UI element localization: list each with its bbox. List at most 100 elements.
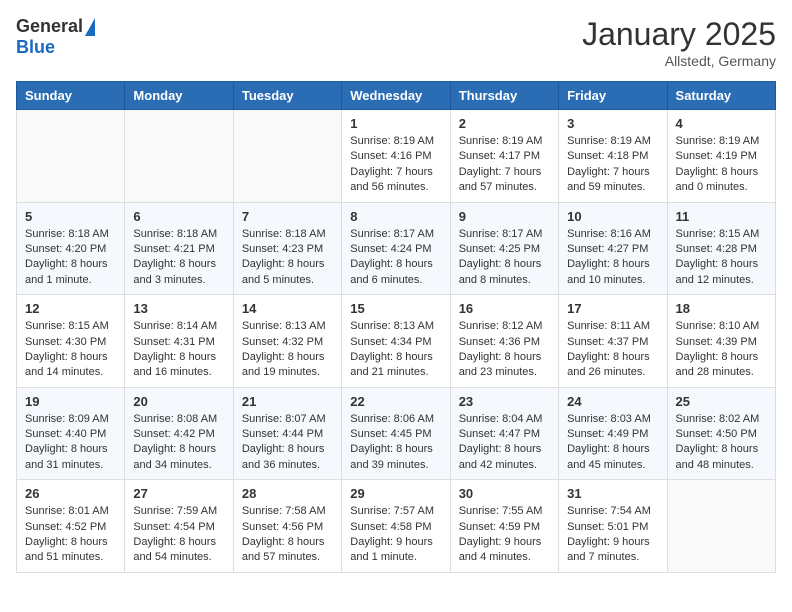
day-number: 2 — [459, 116, 550, 131]
day-number: 30 — [459, 486, 550, 501]
day-number: 14 — [242, 301, 333, 316]
day-number: 9 — [459, 209, 550, 224]
calendar-cell: 17 Sunrise: 8:11 AMSunset: 4:37 PMDayligh… — [559, 295, 667, 388]
day-detail: Sunrise: 8:16 AMSunset: 4:27 PMDaylight:… — [567, 227, 658, 289]
calendar-week-row: 1Sunrise: 8:19 AMSunset: 4:16 PMDaylight… — [17, 110, 776, 203]
day-number: 27 — [133, 486, 224, 501]
day-detail: Sunrise: 7:57 AMSunset: 4:58 PMDaylight:… — [350, 504, 441, 566]
calendar-cell — [17, 110, 125, 203]
logo-blue-text: Blue — [16, 37, 55, 58]
calendar-cell — [125, 110, 233, 203]
calendar-cell: 12Sunrise: 8:15 AMSunset: 4:30 PMDayligh… — [17, 295, 125, 388]
day-detail: Sunrise: 8:19 AMSunset: 4:16 PMDaylight:… — [350, 134, 441, 196]
calendar-cell: 4Sunrise: 8:19 AMSunset: 4:19 PMDaylight… — [667, 110, 775, 203]
day-number: 5 — [25, 209, 116, 224]
weekday-header-tuesday: Tuesday — [233, 82, 341, 110]
day-detail: Sunrise: 8:01 AMSunset: 4:52 PMDaylight:… — [25, 504, 116, 566]
logo-general-text: General — [16, 16, 83, 37]
calendar-cell: 15 Sunrise: 8:13 AMSunset: 4:34 PMDayligh… — [342, 295, 450, 388]
day-number: 11 — [676, 209, 767, 224]
day-number: 28 — [242, 486, 333, 501]
day-number: 22 — [350, 394, 441, 409]
calendar-cell: 28 Sunrise: 7:58 AMSunset: 4:56 PMDayligh… — [233, 480, 341, 573]
day-number: 3 — [567, 116, 658, 131]
calendar-cell: 6 Sunrise: 8:18 AMSunset: 4:21 PMDaylight… — [125, 202, 233, 295]
calendar-cell: 24 Sunrise: 8:03 AMSunset: 4:49 PMDayligh… — [559, 387, 667, 480]
calendar-cell: 23 Sunrise: 8:04 AMSunset: 4:47 PMDayligh… — [450, 387, 558, 480]
day-detail: Sunrise: 7:58 AMSunset: 4:56 PMDaylight:… — [242, 504, 333, 566]
day-detail: Sunrise: 8:09 AMSunset: 4:40 PMDaylight:… — [25, 412, 116, 474]
day-detail: Sunrise: 8:19 AMSunset: 4:18 PMDaylight:… — [567, 134, 658, 196]
calendar-cell: 3 Sunrise: 8:19 AMSunset: 4:18 PMDaylight… — [559, 110, 667, 203]
day-detail: Sunrise: 7:54 AMSunset: 5:01 PMDaylight:… — [567, 504, 658, 566]
calendar-cell: 27Sunrise: 7:59 AMSunset: 4:54 PMDayligh… — [125, 480, 233, 573]
day-detail: Sunrise: 8:19 AMSunset: 4:17 PMDaylight:… — [459, 134, 550, 196]
weekday-header-thursday: Thursday — [450, 82, 558, 110]
calendar-cell: 14 Sunrise: 8:13 AMSunset: 4:32 PMDayligh… — [233, 295, 341, 388]
day-number: 26 — [25, 486, 116, 501]
day-detail: Sunrise: 8:03 AMSunset: 4:49 PMDaylight:… — [567, 412, 658, 474]
day-number: 7 — [242, 209, 333, 224]
day-detail: Sunrise: 8:19 AMSunset: 4:19 PMDaylight:… — [676, 134, 767, 196]
day-detail: Sunrise: 8:08 AMSunset: 4:42 PMDaylight:… — [133, 412, 224, 474]
page-header: General Blue January 2025 Allstedt, Germ… — [16, 16, 776, 69]
day-number: 8 — [350, 209, 441, 224]
day-number: 21 — [242, 394, 333, 409]
day-detail: Sunrise: 8:14 AMSunset: 4:31 PMDaylight:… — [133, 319, 224, 381]
day-detail: Sunrise: 7:55 AMSunset: 4:59 PMDaylight:… — [459, 504, 550, 566]
day-number: 29 — [350, 486, 441, 501]
calendar-cell: 5Sunrise: 8:18 AMSunset: 4:20 PMDaylight… — [17, 202, 125, 295]
calendar-cell: 11 Sunrise: 8:15 AMSunset: 4:28 PMDayligh… — [667, 202, 775, 295]
calendar-cell: 9Sunrise: 8:17 AMSunset: 4:25 PMDaylight… — [450, 202, 558, 295]
weekday-header-wednesday: Wednesday — [342, 82, 450, 110]
title-block: January 2025 Allstedt, Germany — [582, 16, 776, 69]
logo-triangle-icon — [85, 18, 95, 36]
calendar-cell: 26 Sunrise: 8:01 AMSunset: 4:52 PMDayligh… — [17, 480, 125, 573]
calendar-week-row: 26 Sunrise: 8:01 AMSunset: 4:52 PMDayligh… — [17, 480, 776, 573]
calendar-cell: 20 Sunrise: 8:08 AMSunset: 4:42 PMDayligh… — [125, 387, 233, 480]
day-number: 18 — [676, 301, 767, 316]
day-number: 23 — [459, 394, 550, 409]
day-number: 16 — [459, 301, 550, 316]
day-number: 6 — [133, 209, 224, 224]
day-detail: Sunrise: 8:18 AMSunset: 4:21 PMDaylight:… — [133, 227, 224, 289]
day-number: 15 — [350, 301, 441, 316]
calendar-cell: 1Sunrise: 8:19 AMSunset: 4:16 PMDaylight… — [342, 110, 450, 203]
calendar-cell: 18 Sunrise: 8:10 AMSunset: 4:39 PMDayligh… — [667, 295, 775, 388]
calendar-cell: 25 Sunrise: 8:02 AMSunset: 4:50 PMDayligh… — [667, 387, 775, 480]
calendar-cell: 29 Sunrise: 7:57 AMSunset: 4:58 PMDayligh… — [342, 480, 450, 573]
day-number: 17 — [567, 301, 658, 316]
day-detail: Sunrise: 8:13 AMSunset: 4:34 PMDaylight:… — [350, 319, 441, 381]
day-detail: Sunrise: 8:18 AMSunset: 4:23 PMDaylight:… — [242, 227, 333, 289]
day-number: 31 — [567, 486, 658, 501]
day-number: 20 — [133, 394, 224, 409]
day-detail: Sunrise: 8:15 AMSunset: 4:30 PMDaylight:… — [25, 319, 116, 381]
calendar-cell: 19 Sunrise: 8:09 AMSunset: 4:40 PMDayligh… — [17, 387, 125, 480]
calendar-table: SundayMondayTuesdayWednesdayThursdayFrid… — [16, 81, 776, 573]
calendar-cell: 31 Sunrise: 7:54 AMSunset: 5:01 PMDayligh… — [559, 480, 667, 573]
day-detail: Sunrise: 8:11 AMSunset: 4:37 PMDaylight:… — [567, 319, 658, 381]
day-number: 24 — [567, 394, 658, 409]
calendar-week-row: 12Sunrise: 8:15 AMSunset: 4:30 PMDayligh… — [17, 295, 776, 388]
day-detail: Sunrise: 8:04 AMSunset: 4:47 PMDaylight:… — [459, 412, 550, 474]
month-title: January 2025 — [582, 16, 776, 53]
calendar-cell: 13Sunrise: 8:14 AMSunset: 4:31 PMDayligh… — [125, 295, 233, 388]
calendar-header-row: SundayMondayTuesdayWednesdayThursdayFrid… — [17, 82, 776, 110]
day-detail: Sunrise: 8:13 AMSunset: 4:32 PMDaylight:… — [242, 319, 333, 381]
day-number: 10 — [567, 209, 658, 224]
calendar-week-row: 5Sunrise: 8:18 AMSunset: 4:20 PMDaylight… — [17, 202, 776, 295]
day-detail: Sunrise: 8:12 AMSunset: 4:36 PMDaylight:… — [459, 319, 550, 381]
calendar-cell: 7 Sunrise: 8:18 AMSunset: 4:23 PMDaylight… — [233, 202, 341, 295]
day-detail: Sunrise: 8:10 AMSunset: 4:39 PMDaylight:… — [676, 319, 767, 381]
day-detail: Sunrise: 8:15 AMSunset: 4:28 PMDaylight:… — [676, 227, 767, 289]
day-detail: Sunrise: 8:02 AMSunset: 4:50 PMDaylight:… — [676, 412, 767, 474]
day-number: 19 — [25, 394, 116, 409]
calendar-cell: 22Sunrise: 8:06 AMSunset: 4:45 PMDayligh… — [342, 387, 450, 480]
location-subtitle: Allstedt, Germany — [582, 53, 776, 69]
day-detail: Sunrise: 8:17 AMSunset: 4:24 PMDaylight:… — [350, 227, 441, 289]
calendar-cell: 10 Sunrise: 8:16 AMSunset: 4:27 PMDayligh… — [559, 202, 667, 295]
calendar-cell: 30 Sunrise: 7:55 AMSunset: 4:59 PMDayligh… — [450, 480, 558, 573]
day-detail: Sunrise: 8:07 AMSunset: 4:44 PMDaylight:… — [242, 412, 333, 474]
day-number: 25 — [676, 394, 767, 409]
calendar-cell — [667, 480, 775, 573]
